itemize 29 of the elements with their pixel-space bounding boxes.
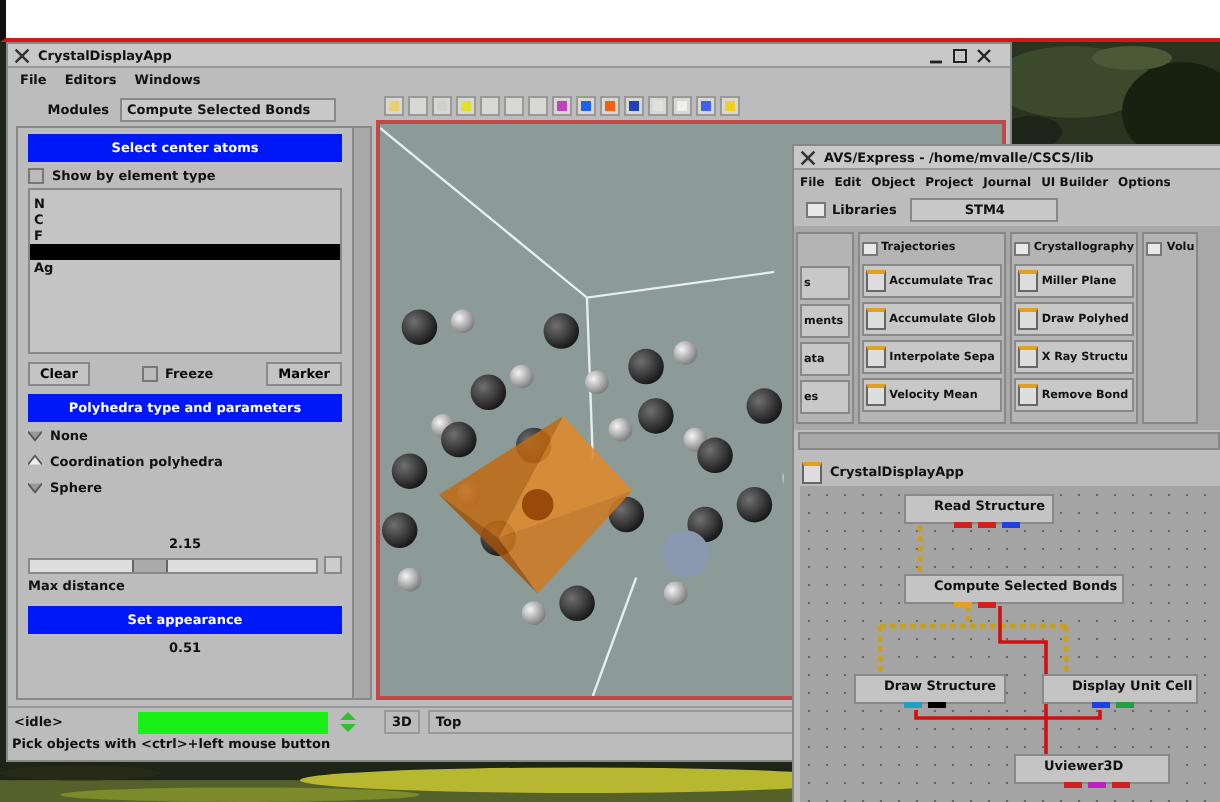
close-icon[interactable] bbox=[976, 47, 992, 63]
scrollbar[interactable] bbox=[798, 432, 1220, 450]
module-icon bbox=[865, 384, 886, 406]
module-icon bbox=[1017, 270, 1038, 292]
module-icon bbox=[802, 461, 822, 483]
toggle[interactable] bbox=[142, 366, 159, 382]
module-icon bbox=[865, 308, 886, 330]
square-icon[interactable] bbox=[576, 96, 596, 116]
radio-button[interactable] bbox=[28, 454, 42, 468]
scrollbar[interactable] bbox=[352, 128, 370, 698]
maximize-icon[interactable] bbox=[952, 47, 968, 63]
slider-thumb[interactable] bbox=[131, 559, 168, 571]
folder-icon bbox=[1146, 241, 1163, 255]
radio-button[interactable] bbox=[28, 428, 42, 442]
slider-track[interactable] bbox=[28, 557, 318, 573]
x-logo-icon bbox=[800, 149, 816, 165]
module-icon bbox=[1017, 346, 1038, 368]
module-icon bbox=[1017, 308, 1038, 330]
module-icon bbox=[865, 346, 886, 368]
module-icon bbox=[1017, 384, 1038, 406]
folder-icon bbox=[806, 202, 826, 218]
slider-button[interactable] bbox=[324, 556, 342, 574]
folder-icon bbox=[1013, 241, 1030, 255]
spinner-icon[interactable] bbox=[336, 710, 360, 734]
folder-icon bbox=[861, 241, 878, 255]
radio-button[interactable] bbox=[28, 480, 42, 494]
x-logo-icon bbox=[14, 47, 30, 63]
module-icon bbox=[865, 270, 886, 292]
checkbox[interactable] bbox=[28, 167, 44, 183]
